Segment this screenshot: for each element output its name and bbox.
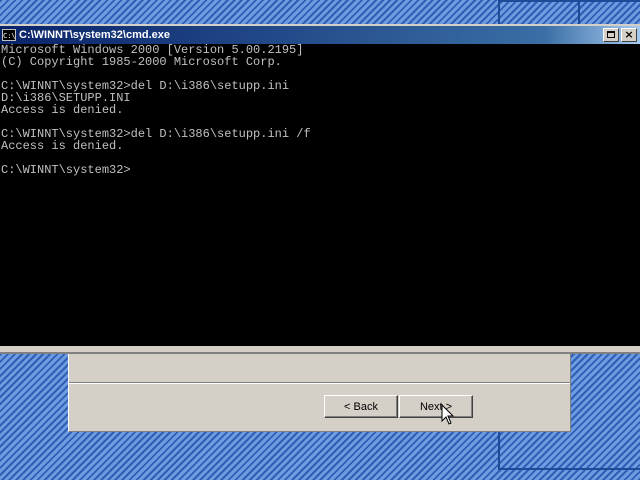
close-icon: × (624, 28, 634, 41)
cmd-window: C:\ C:\WINNT\system32\cmd.exe × Microsof… (0, 24, 640, 354)
back-button[interactable]: < Back (324, 395, 398, 418)
console-line: Access is denied. (1, 139, 124, 153)
console-output[interactable]: Microsoft Windows 2000 [Version 5.00.219… (0, 44, 640, 346)
window-title: C:\WINNT\system32\cmd.exe (19, 29, 170, 41)
window-controls: × (603, 28, 637, 42)
mouse-pointer-icon (441, 404, 455, 425)
console-line: (C) Copyright 1985-2000 Microsoft Corp. (1, 55, 282, 69)
restore-icon (607, 31, 615, 38)
wizard-separator (69, 382, 570, 384)
restore-button[interactable] (603, 28, 619, 42)
setup-wizard-window: < Back Next > (68, 352, 571, 432)
title-bar[interactable]: C:\ C:\WINNT\system32\cmd.exe × (0, 26, 640, 44)
next-button[interactable]: Next > (399, 395, 473, 418)
cmd-icon[interactable]: C:\ (2, 29, 16, 41)
console-line: C:\WINNT\system32> (1, 163, 131, 177)
close-button[interactable]: × (621, 28, 637, 42)
console-line: Access is denied. (1, 103, 124, 117)
